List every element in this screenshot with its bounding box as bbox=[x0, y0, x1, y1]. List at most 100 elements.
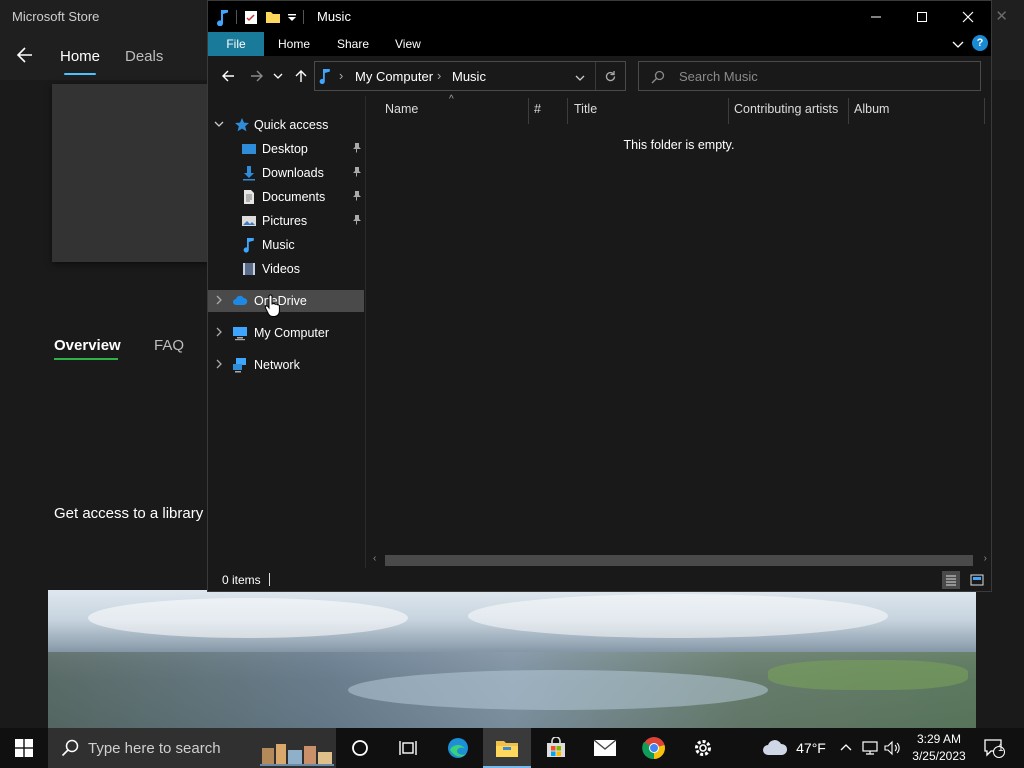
column-header-title[interactable]: Title bbox=[574, 102, 597, 116]
ethernet-network-icon bbox=[862, 741, 878, 755]
show-hidden-icons-button[interactable] bbox=[838, 728, 854, 768]
chevron-right-icon[interactable] bbox=[214, 359, 224, 369]
tab-overview[interactable]: Overview bbox=[54, 337, 121, 354]
onedrive-cloud-icon bbox=[233, 295, 248, 305]
refresh-icon[interactable] bbox=[604, 70, 617, 83]
nav-item-pictures[interactable]: Pictures bbox=[208, 210, 364, 232]
star-icon bbox=[235, 118, 249, 132]
nav-home[interactable]: Home bbox=[60, 48, 100, 65]
search-icon bbox=[61, 739, 79, 757]
landscape-banner-image bbox=[48, 590, 976, 728]
column-header-contributing-artists[interactable]: Contributing artists bbox=[734, 102, 838, 116]
music-note-icon bbox=[319, 69, 330, 84]
maximize-button[interactable] bbox=[899, 1, 945, 32]
navigation-pane: Quick access Desktop Downloads Documents… bbox=[208, 96, 366, 568]
taskbar-clock[interactable]: 3:29 AM 3/25/2023 bbox=[905, 731, 973, 765]
nav-onedrive[interactable]: OneDrive bbox=[208, 290, 364, 312]
taskbar-search-box[interactable]: Type here to search bbox=[48, 728, 336, 768]
scrollbar-thumb[interactable] bbox=[385, 555, 973, 566]
computer-icon bbox=[233, 327, 247, 341]
nav-item-label: Desktop bbox=[262, 142, 308, 156]
pin-icon[interactable] bbox=[350, 190, 362, 202]
ribbon-tab-share[interactable]: Share bbox=[337, 32, 369, 56]
nav-item-music[interactable]: Music bbox=[208, 234, 364, 256]
details-view-button[interactable] bbox=[942, 571, 960, 589]
scroll-left-icon[interactable]: ‹ bbox=[373, 553, 376, 564]
file-list-pane: ^ Name # Title Contributing artists Albu… bbox=[367, 94, 991, 568]
scroll-right-icon[interactable]: › bbox=[984, 553, 987, 564]
item-count: 0 items bbox=[222, 573, 261, 587]
taskbar-chrome[interactable] bbox=[630, 728, 678, 768]
forward-button[interactable] bbox=[248, 67, 266, 85]
taskbar-settings[interactable] bbox=[679, 728, 727, 768]
customize-toolbar-dropdown-icon[interactable] bbox=[287, 9, 297, 25]
cortana-button[interactable] bbox=[336, 728, 384, 768]
chevron-down-icon[interactable] bbox=[214, 119, 224, 129]
nav-home-indicator bbox=[64, 73, 96, 75]
up-button[interactable] bbox=[292, 67, 310, 85]
nav-quick-access[interactable]: Quick access bbox=[208, 114, 364, 136]
task-view-button[interactable] bbox=[384, 728, 432, 768]
breadcrumb-music[interactable]: Music bbox=[452, 69, 486, 84]
horizontal-scrollbar[interactable]: ‹ › bbox=[367, 552, 991, 568]
column-header-number[interactable]: # bbox=[534, 102, 541, 116]
weather-button[interactable] bbox=[760, 728, 792, 768]
status-bar: 0 items bbox=[208, 568, 991, 591]
network-status-button[interactable] bbox=[860, 728, 880, 768]
pin-icon[interactable] bbox=[350, 142, 362, 154]
large-icons-view-button[interactable] bbox=[968, 571, 986, 589]
tab-overview-indicator bbox=[54, 358, 118, 360]
back-arrow-icon[interactable] bbox=[14, 44, 36, 66]
cortana-circle-icon bbox=[352, 740, 368, 756]
back-button[interactable] bbox=[219, 67, 237, 85]
nav-network[interactable]: Network bbox=[208, 354, 364, 376]
store-close-icon[interactable]: ✕ bbox=[995, 7, 1008, 25]
details-view-icon bbox=[946, 575, 956, 586]
nav-item-label: Downloads bbox=[262, 166, 324, 180]
taskbar-microsoft-store[interactable] bbox=[532, 728, 580, 768]
close-button[interactable] bbox=[945, 1, 991, 32]
search-box[interactable]: Search Music bbox=[638, 61, 981, 91]
minimize-button[interactable] bbox=[853, 1, 899, 32]
taskbar-file-explorer[interactable] bbox=[483, 728, 531, 768]
chevron-right-icon[interactable] bbox=[214, 295, 224, 305]
back-arrow-icon bbox=[222, 70, 234, 82]
nav-item-documents[interactable]: Documents bbox=[208, 186, 364, 208]
tab-faq[interactable]: FAQ bbox=[154, 337, 184, 354]
weather-temperature[interactable]: 47°F bbox=[794, 728, 828, 768]
recent-locations-button[interactable] bbox=[272, 67, 284, 85]
address-dropdown-icon[interactable] bbox=[575, 73, 585, 83]
volume-button[interactable] bbox=[882, 728, 902, 768]
taskbar-edge[interactable] bbox=[434, 728, 482, 768]
explorer-titlebar: Music bbox=[208, 1, 991, 32]
nav-item-videos[interactable]: Videos bbox=[208, 258, 364, 280]
chevron-down-icon bbox=[273, 73, 283, 79]
pin-icon[interactable] bbox=[350, 214, 362, 226]
nav-deals[interactable]: Deals bbox=[125, 48, 163, 65]
ribbon-tab-view[interactable]: View bbox=[395, 32, 421, 56]
pin-icon[interactable] bbox=[350, 166, 362, 178]
start-button[interactable] bbox=[0, 728, 48, 768]
properties-icon[interactable] bbox=[243, 9, 259, 25]
help-icon[interactable]: ? bbox=[972, 35, 988, 51]
nav-item-desktop[interactable]: Desktop bbox=[208, 138, 364, 160]
nav-item-downloads[interactable]: Downloads bbox=[208, 162, 364, 184]
desktop-icon bbox=[242, 144, 256, 154]
address-bar[interactable]: › My Computer › Music bbox=[314, 61, 626, 91]
new-folder-icon[interactable] bbox=[265, 9, 281, 25]
column-header-name[interactable]: Name bbox=[385, 102, 418, 116]
ribbon-tab-home[interactable]: Home bbox=[278, 32, 310, 56]
nav-my-computer-label: My Computer bbox=[254, 326, 330, 340]
expand-ribbon-chevron-icon[interactable] bbox=[951, 37, 965, 51]
close-icon bbox=[962, 11, 974, 22]
action-center-button[interactable]: 1 bbox=[980, 728, 1008, 768]
videos-icon bbox=[243, 263, 255, 275]
taskbar-mail[interactable] bbox=[581, 728, 629, 768]
nav-my-computer[interactable]: My Computer bbox=[208, 322, 364, 344]
column-header-album[interactable]: Album bbox=[854, 102, 889, 116]
breadcrumb-my-computer[interactable]: My Computer bbox=[355, 69, 433, 84]
chevron-right-icon[interactable] bbox=[214, 327, 224, 337]
cloud-weather-icon bbox=[763, 740, 788, 755]
large-icons-view-icon bbox=[970, 574, 984, 586]
ribbon-tab-file[interactable]: File bbox=[208, 32, 264, 56]
